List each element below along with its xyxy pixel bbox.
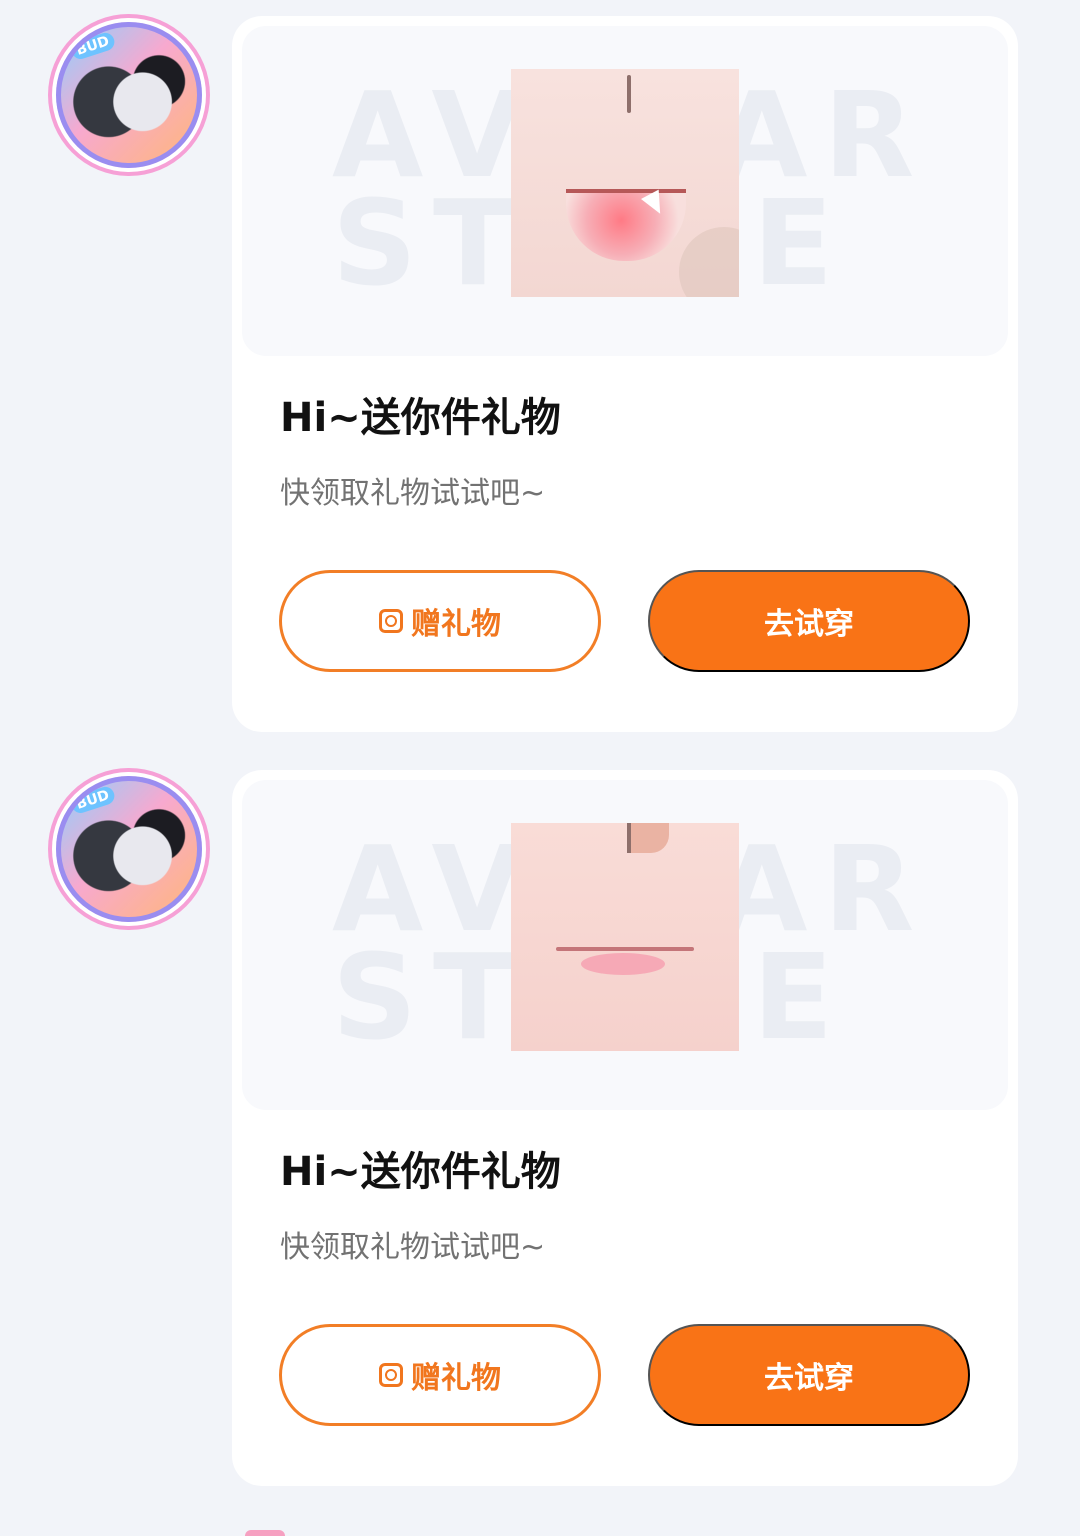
gift-card: AVATAR STORE Hi~送你件礼物 快领取礼物试试吧~ 赠礼物 去试穿 — [232, 770, 1018, 1486]
card-subtitle: 快领取礼物试试吧~ — [280, 1230, 546, 1265]
next-message-peek — [245, 1530, 285, 1536]
avatar[interactable]: BUD — [56, 776, 202, 922]
try-on-button[interactable]: 去试穿 — [648, 1324, 970, 1426]
card-title: Hi~送你件礼物 — [280, 395, 561, 441]
gift-item-image[interactable] — [511, 69, 739, 297]
try-on-button-label: 去试穿 — [764, 608, 854, 641]
gift-card: AVATAR STORE Hi~送你件礼物 快领取礼物试试吧~ 赠礼物 去试穿 — [232, 16, 1018, 732]
avatar[interactable]: BUD — [56, 22, 202, 168]
try-on-button[interactable]: 去试穿 — [648, 570, 970, 672]
gift-icon — [379, 1363, 403, 1387]
gift-button[interactable]: 赠礼物 — [279, 570, 601, 672]
gift-preview: AVATAR STORE — [242, 780, 1008, 1110]
try-on-button-label: 去试穿 — [764, 1362, 854, 1395]
gift-button-label: 赠礼物 — [411, 1362, 501, 1395]
gift-button[interactable]: 赠礼物 — [279, 1324, 601, 1426]
gift-item-image[interactable] — [511, 823, 739, 1051]
gift-button-label: 赠礼物 — [411, 608, 501, 641]
gift-icon — [379, 609, 403, 633]
avatar-badge: BUD — [69, 30, 117, 62]
avatar-badge: BUD — [69, 784, 117, 816]
card-title: Hi~送你件礼物 — [280, 1149, 561, 1195]
gift-preview: AVATAR STORE — [242, 26, 1008, 356]
card-subtitle: 快领取礼物试试吧~ — [280, 476, 546, 511]
